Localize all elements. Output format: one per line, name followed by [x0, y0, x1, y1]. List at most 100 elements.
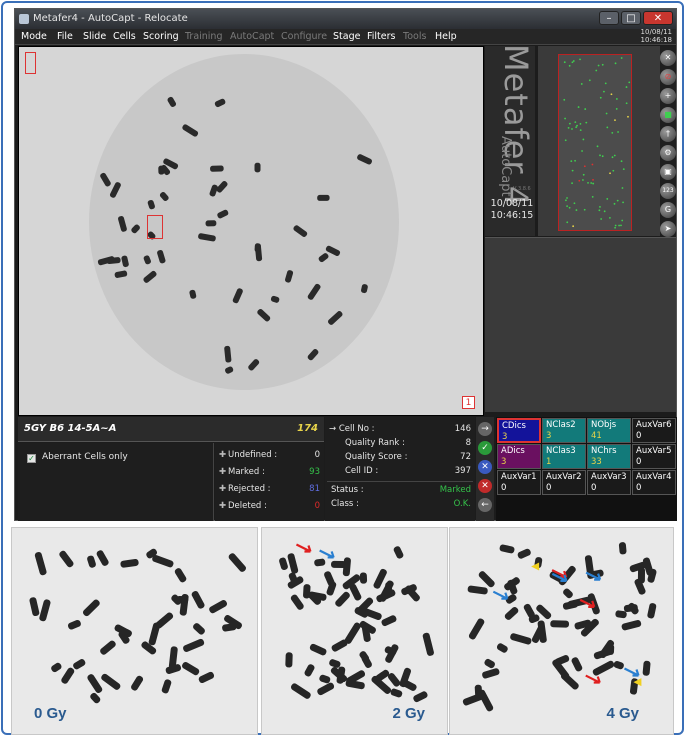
chromosome	[381, 615, 397, 627]
count-row: ✚ Marked : 93	[219, 464, 320, 480]
scan-point	[574, 159, 576, 162]
classifier-name: AuxVar4	[636, 472, 672, 482]
scan-point	[566, 205, 569, 207]
classifier-value: 0	[636, 457, 642, 467]
no-entry-icon[interactable]: ⊘	[660, 69, 676, 85]
chromosome	[517, 548, 531, 559]
next-icon[interactable]: ➤	[660, 221, 676, 237]
accept-check-icon[interactable]: ✓	[478, 441, 492, 455]
menu-slide[interactable]: Slide	[83, 29, 106, 44]
reject-x-icon[interactable]: ✕	[478, 460, 492, 474]
menu-tools[interactable]: Tools	[403, 29, 426, 44]
scan-point	[579, 58, 581, 61]
stage-icon[interactable]: ⚙	[660, 145, 676, 161]
chromosome	[182, 662, 200, 676]
aberrant-only-checkbox[interactable]: ✓	[27, 454, 36, 463]
logo-datetime: 10/08/11 10:46:15	[487, 198, 537, 222]
scan-point	[613, 202, 616, 205]
classifier-auxvar6[interactable]: AuxVar6 0	[632, 418, 676, 443]
maximize-button[interactable]: □	[621, 11, 641, 25]
scan-point	[599, 154, 601, 157]
menu-file[interactable]: File	[57, 29, 73, 44]
counter-icon[interactable]: 123	[660, 183, 676, 199]
scan-point	[579, 122, 582, 125]
chromosome	[161, 679, 172, 694]
pin-icon[interactable]: †	[660, 126, 676, 142]
selected-chromosome-box[interactable]	[147, 215, 163, 239]
aberrant-only-label: Aberrant Cells only	[42, 452, 128, 462]
count-label: Rejected :	[228, 484, 271, 494]
close-icon[interactable]: ✕	[660, 50, 676, 66]
chromosome	[96, 550, 109, 566]
menu-configure[interactable]: Configure	[281, 29, 327, 44]
menu-autocapt[interactable]: AutoCapt	[230, 29, 274, 44]
scan-point	[599, 206, 601, 208]
camera-icon[interactable]: ▣	[660, 164, 676, 180]
menu-cells[interactable]: Cells	[113, 29, 136, 44]
scan-point	[583, 208, 586, 211]
title-bar[interactable]: Metafer4 - AutoCapt - Relocate – □ ✕	[15, 9, 676, 29]
chromosome	[152, 554, 174, 568]
metaphase-image-view[interactable]: 1	[18, 46, 484, 416]
chromosome	[462, 692, 486, 706]
chromosome	[618, 542, 627, 555]
scan-point	[614, 224, 617, 227]
scan-point	[616, 199, 619, 202]
back-arrow-icon[interactable]: ←	[478, 498, 492, 512]
g-icon[interactable]: G	[660, 202, 676, 218]
chromosome	[478, 571, 495, 588]
save-icon[interactable]: ■	[660, 107, 676, 123]
close-window-button[interactable]: ✕	[643, 11, 673, 25]
slide-header: 5GY B6 14-5A~A 174	[18, 417, 324, 442]
panel-4-gy: 4 Gy	[449, 527, 674, 735]
app-icon	[19, 14, 29, 24]
delete-x-icon[interactable]: ✕	[478, 479, 492, 493]
classifier-adics[interactable]: ADics 3	[497, 444, 541, 469]
classifier-grid: CDics 3 NClas2 3 NObjs 41 AuxVar6 0 ADics 3 NClas3…	[496, 417, 677, 521]
chromosome	[335, 591, 350, 607]
count-value: 0	[314, 501, 320, 511]
menu-mode[interactable]: Mode	[21, 29, 47, 44]
cell-counts: ✚ Undefined :0 ✚ Marked :93 ✚ Rejected :81 ✚ De…	[215, 443, 324, 521]
class-label: Class :	[331, 499, 359, 509]
scan-point	[577, 106, 580, 108]
classifier-auxvar1[interactable]: AuxVar1 0	[497, 470, 541, 495]
classifier-nchrs[interactable]: NChrs 33	[587, 444, 631, 469]
scan-point	[591, 195, 594, 198]
classifier-nclas2[interactable]: NClas2 3	[542, 418, 586, 443]
scan-point	[590, 182, 593, 184]
classifier-auxvar2[interactable]: AuxVar2 0	[542, 470, 586, 495]
scan-point	[575, 209, 578, 211]
next-arrow-icon[interactable]: →	[478, 422, 492, 436]
classifier-nobjs[interactable]: NObjs 41	[587, 418, 631, 443]
scan-point	[567, 126, 570, 129]
chromosome	[303, 584, 311, 599]
classifier-nclas3[interactable]: NClas3 1	[542, 444, 586, 469]
slide-overview-map[interactable]	[558, 54, 632, 231]
chromosome	[390, 688, 403, 698]
add-icon[interactable]: +	[660, 88, 676, 104]
scan-point	[613, 154, 616, 157]
menu-filters[interactable]: Filters	[367, 29, 395, 44]
classifier-cdics[interactable]: CDics 3	[497, 418, 541, 443]
scan-point	[605, 112, 608, 115]
classifier-auxvar5[interactable]: AuxVar5 0	[632, 444, 676, 469]
dose-label-2: 2 Gy	[392, 705, 425, 722]
cell-no-label-text: Cell No :	[338, 424, 375, 434]
minimize-button[interactable]: –	[599, 11, 619, 25]
menu-scoring[interactable]: Scoring	[143, 29, 179, 44]
menu-clock: 10/08/11 10:46:18	[641, 28, 672, 44]
chromosome	[563, 588, 573, 599]
scan-point	[621, 187, 624, 189]
menu-stage[interactable]: Stage	[333, 29, 360, 44]
classifier-name: ADics	[501, 446, 525, 456]
scan-point	[591, 163, 594, 166]
classifier-auxvar3[interactable]: AuxVar3 0	[587, 470, 631, 495]
classifier-auxvar4[interactable]: AuxVar4 0	[632, 470, 676, 495]
menu-help[interactable]: Help	[435, 29, 457, 44]
menu-training[interactable]: Training	[185, 29, 223, 44]
scan-point	[582, 179, 584, 181]
scan-point	[566, 221, 569, 224]
classifier-value: 3	[501, 457, 507, 467]
chromosome	[621, 620, 642, 631]
